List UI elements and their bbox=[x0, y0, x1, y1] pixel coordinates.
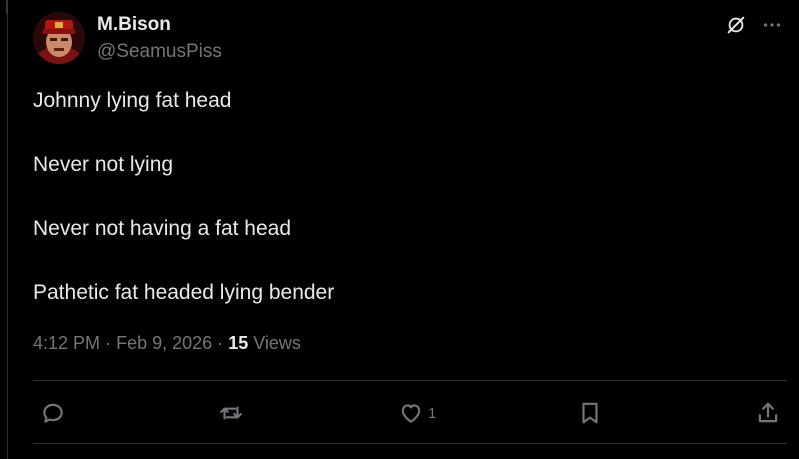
display-name[interactable]: M.Bison bbox=[97, 14, 171, 36]
share-icon bbox=[755, 400, 781, 426]
like-button[interactable]: 1 bbox=[398, 400, 436, 426]
repost-icon bbox=[218, 400, 244, 426]
bookmark-button[interactable] bbox=[577, 400, 603, 426]
meta-separator: · bbox=[105, 333, 112, 353]
more-icon[interactable] bbox=[761, 14, 783, 36]
bookmark-icon bbox=[577, 400, 603, 426]
meta-separator: · bbox=[217, 333, 224, 353]
post-paragraph: Never not lying bbox=[33, 153, 174, 176]
divider bbox=[33, 443, 787, 444]
thread-connector-line bbox=[6, 0, 8, 14]
reply-button[interactable] bbox=[40, 400, 70, 426]
post-paragraph: Johnny lying fat head bbox=[33, 89, 232, 112]
heart-icon bbox=[398, 400, 424, 426]
user-handle[interactable]: @SeamusPiss bbox=[97, 41, 222, 63]
divider bbox=[33, 380, 787, 381]
post-date[interactable]: Feb 9, 2026 bbox=[116, 333, 212, 353]
post-header: M.Bison @SeamusPiss bbox=[33, 12, 783, 68]
post-paragraph: Pathetic fat headed lying bender bbox=[33, 281, 335, 304]
grok-icon[interactable] bbox=[725, 14, 747, 36]
reply-icon bbox=[40, 400, 66, 426]
repost-button[interactable] bbox=[218, 400, 248, 426]
post-text: Johnny lying fat head Never not lying Ne… bbox=[33, 88, 773, 344]
post-meta: 4:12 PM · Feb 9, 2026 · 15 Views bbox=[33, 333, 301, 354]
avatar[interactable] bbox=[33, 12, 85, 64]
views-count: 15 bbox=[228, 333, 249, 353]
post-paragraph: Never not having a fat head bbox=[33, 217, 292, 240]
views-label: Views bbox=[253, 333, 301, 353]
left-border bbox=[7, 14, 8, 459]
share-button[interactable] bbox=[755, 400, 781, 426]
post-time[interactable]: 4:12 PM bbox=[33, 333, 100, 353]
like-count: 1 bbox=[428, 404, 437, 422]
avatar-image bbox=[33, 12, 85, 64]
